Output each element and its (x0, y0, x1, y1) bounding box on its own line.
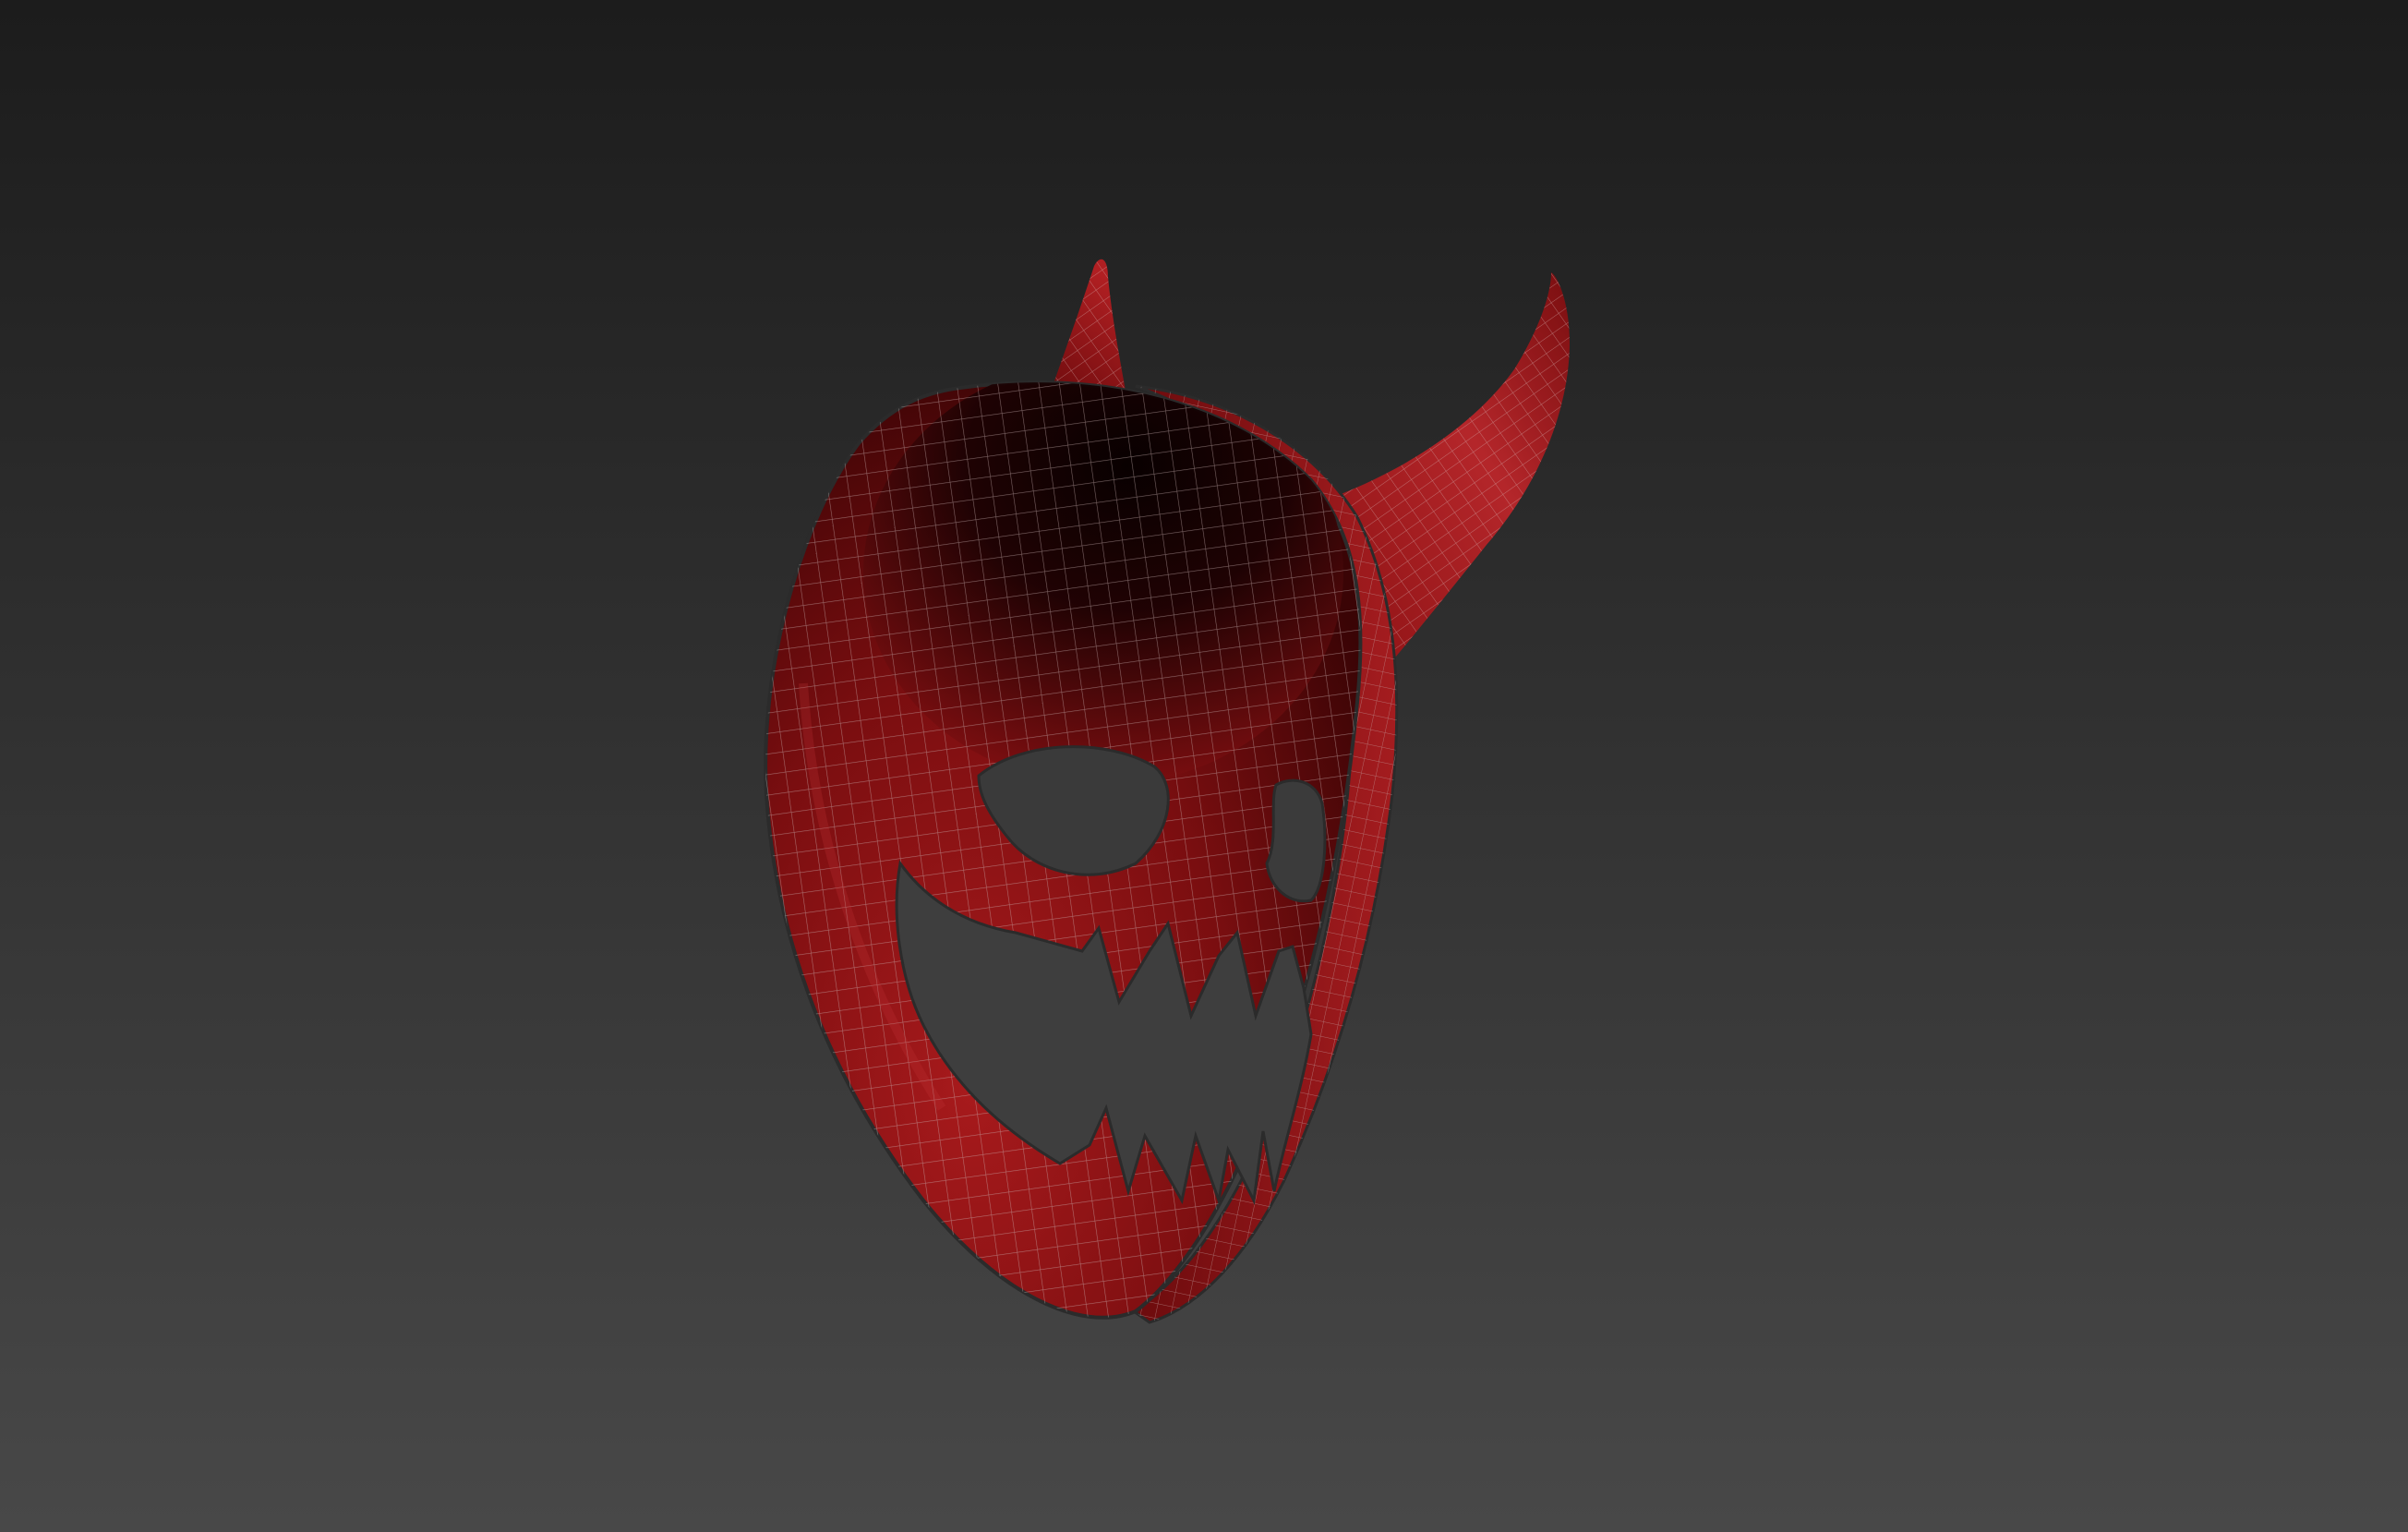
3d-viewport[interactable] (0, 0, 2408, 1532)
devil-mask-icon[interactable] (0, 0, 2408, 1532)
